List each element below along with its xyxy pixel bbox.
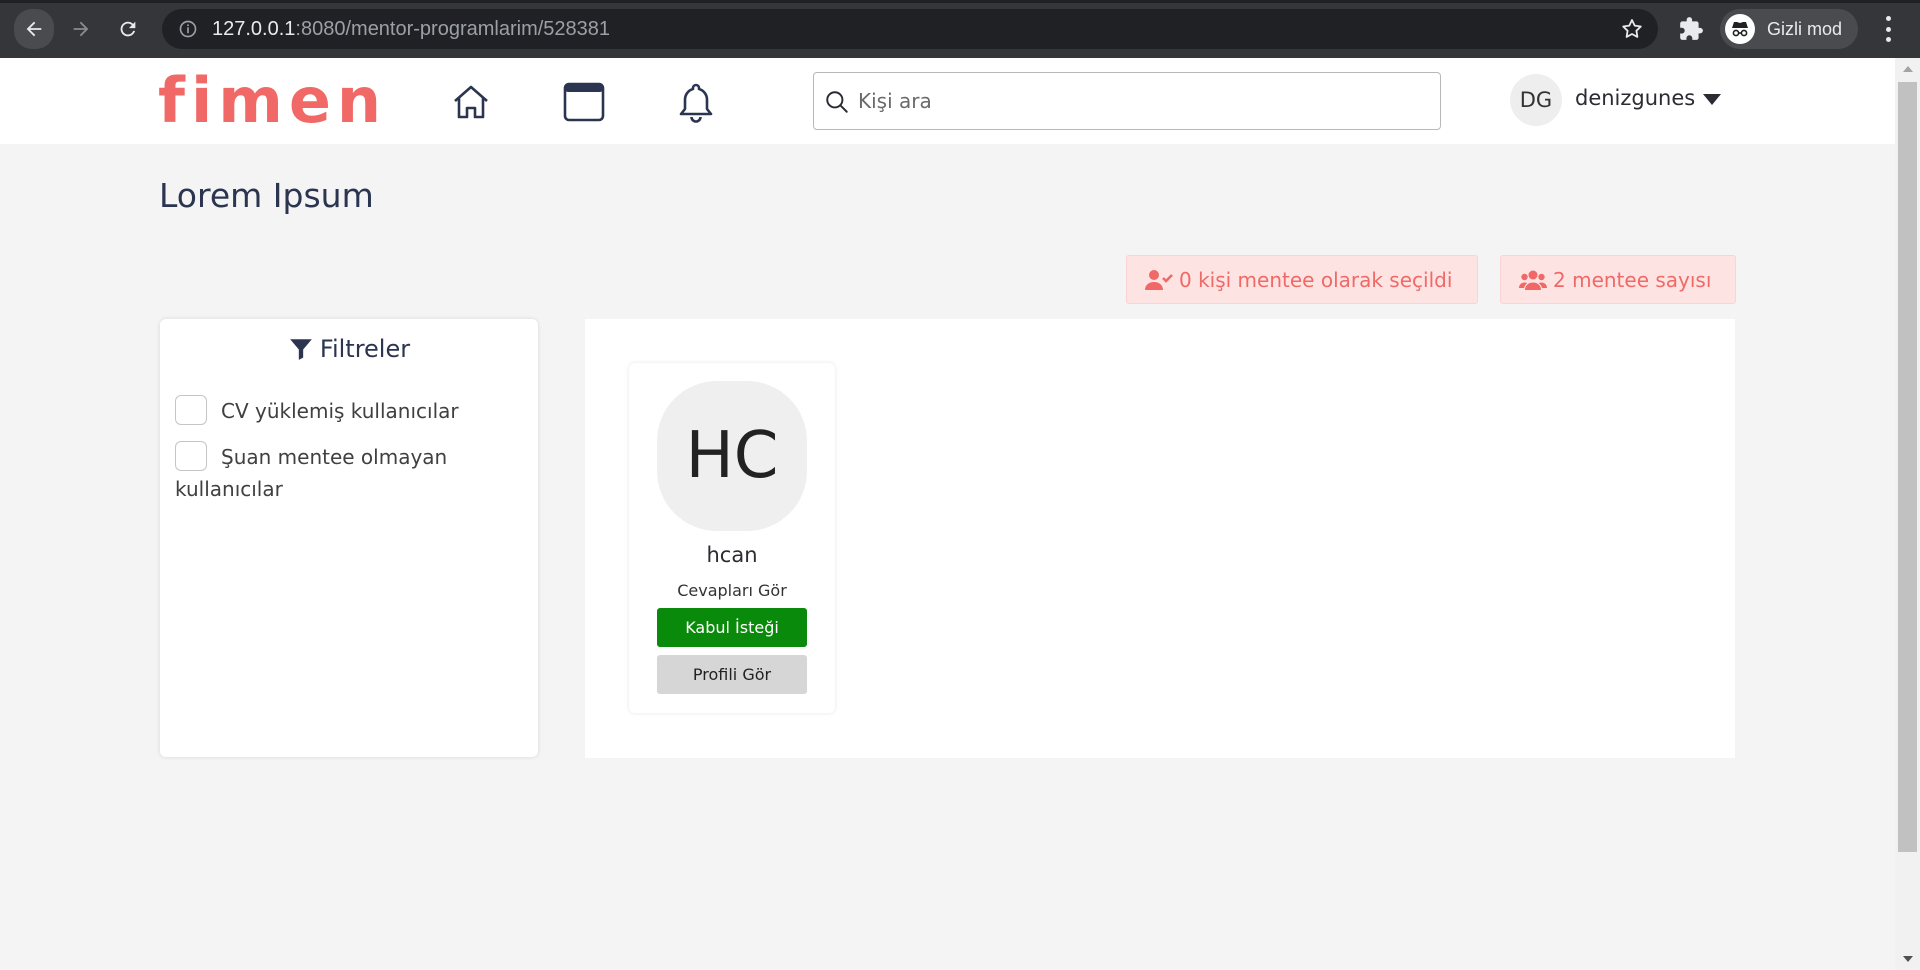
reload-icon xyxy=(120,21,136,37)
filter-checkbox-cv[interactable] xyxy=(175,395,207,425)
forward-button[interactable] xyxy=(63,13,99,45)
url-host: 127.0.0.1 xyxy=(212,18,296,40)
filters-title: Filtreler xyxy=(319,335,411,363)
mentee-count-badge: 2 mentee sayısı xyxy=(1500,255,1736,304)
user-avatar[interactable]: DG xyxy=(1510,74,1562,126)
arrow-left-icon xyxy=(26,21,42,37)
page-title: Lorem Ipsum xyxy=(159,176,374,215)
caret-down-icon[interactable] xyxy=(1703,94,1721,105)
view-answers-link[interactable]: Cevapları Gör xyxy=(629,581,835,600)
arrow-right-icon xyxy=(73,21,89,37)
filter-label-not-mentee[interactable]: Şuan mentee olmayan kullanıcılar xyxy=(175,441,515,505)
app-header: fimen DG denizgunes xyxy=(0,58,1895,144)
page-scrollbar[interactable] xyxy=(1895,58,1920,970)
incognito-icon xyxy=(1725,14,1755,44)
url-text[interactable]: 127.0.0.1:8080/mentor-programlarim/52838… xyxy=(212,18,610,41)
scroll-up-icon[interactable] xyxy=(1903,66,1913,72)
candidates-panel: HC hcan Cevapları Gör Kabul İsteği Profi… xyxy=(585,319,1735,758)
candidate-avatar: HC xyxy=(657,381,807,531)
user-check-icon xyxy=(1145,269,1173,290)
browser-menu-icon[interactable] xyxy=(1878,16,1898,42)
filter-icon xyxy=(290,339,312,360)
candidate-card: HC hcan Cevapları Gör Kabul İsteği Profi… xyxy=(629,363,835,713)
info-icon[interactable] xyxy=(178,19,198,39)
browser-chrome: 127.0.0.1:8080/mentor-programlarim/52838… xyxy=(0,0,1920,58)
scroll-thumb[interactable] xyxy=(1898,82,1917,852)
address-bar[interactable]: 127.0.0.1:8080/mentor-programlarim/52838… xyxy=(162,9,1658,49)
filters-panel: Filtreler CV yüklemiş kullanıcılar Şuan … xyxy=(160,319,538,757)
users-icon xyxy=(1519,270,1547,290)
view-profile-button[interactable]: Profili Gör xyxy=(657,655,807,694)
search-input[interactable] xyxy=(858,83,1418,119)
user-name[interactable]: denizgunes xyxy=(1575,86,1695,110)
window-icon[interactable] xyxy=(562,80,606,124)
filter-label-cv[interactable]: CV yüklemiş kullanıcılar xyxy=(221,395,459,427)
mentee-count-text: 2 mentee sayısı xyxy=(1553,267,1712,292)
scroll-down-icon[interactable] xyxy=(1903,956,1913,962)
home-icon[interactable] xyxy=(449,80,493,124)
candidate-username: hcan xyxy=(706,543,758,567)
bell-icon[interactable] xyxy=(674,80,718,124)
incognito-chip[interactable]: Gizli mod xyxy=(1720,9,1858,49)
back-button[interactable] xyxy=(14,9,54,49)
star-icon[interactable] xyxy=(1620,17,1644,41)
accept-request-button[interactable]: Kabul İsteği xyxy=(657,608,807,647)
selected-mentee-text: 0 kişi mentee olarak seçildi xyxy=(1179,267,1453,292)
search-icon xyxy=(826,91,848,113)
people-search[interactable] xyxy=(813,72,1441,130)
filters-heading: Filtreler xyxy=(160,335,538,363)
brand-logo[interactable]: fimen xyxy=(158,66,387,136)
url-path: :8080/mentor-programlarim/528381 xyxy=(295,18,611,40)
incognito-label: Gizli mod xyxy=(1767,19,1843,39)
selected-mentee-badge: 0 kişi mentee olarak seçildi xyxy=(1126,255,1478,304)
puzzle-icon[interactable] xyxy=(1678,16,1704,42)
reload-button[interactable] xyxy=(110,13,146,45)
chrome-topline xyxy=(0,0,1920,3)
